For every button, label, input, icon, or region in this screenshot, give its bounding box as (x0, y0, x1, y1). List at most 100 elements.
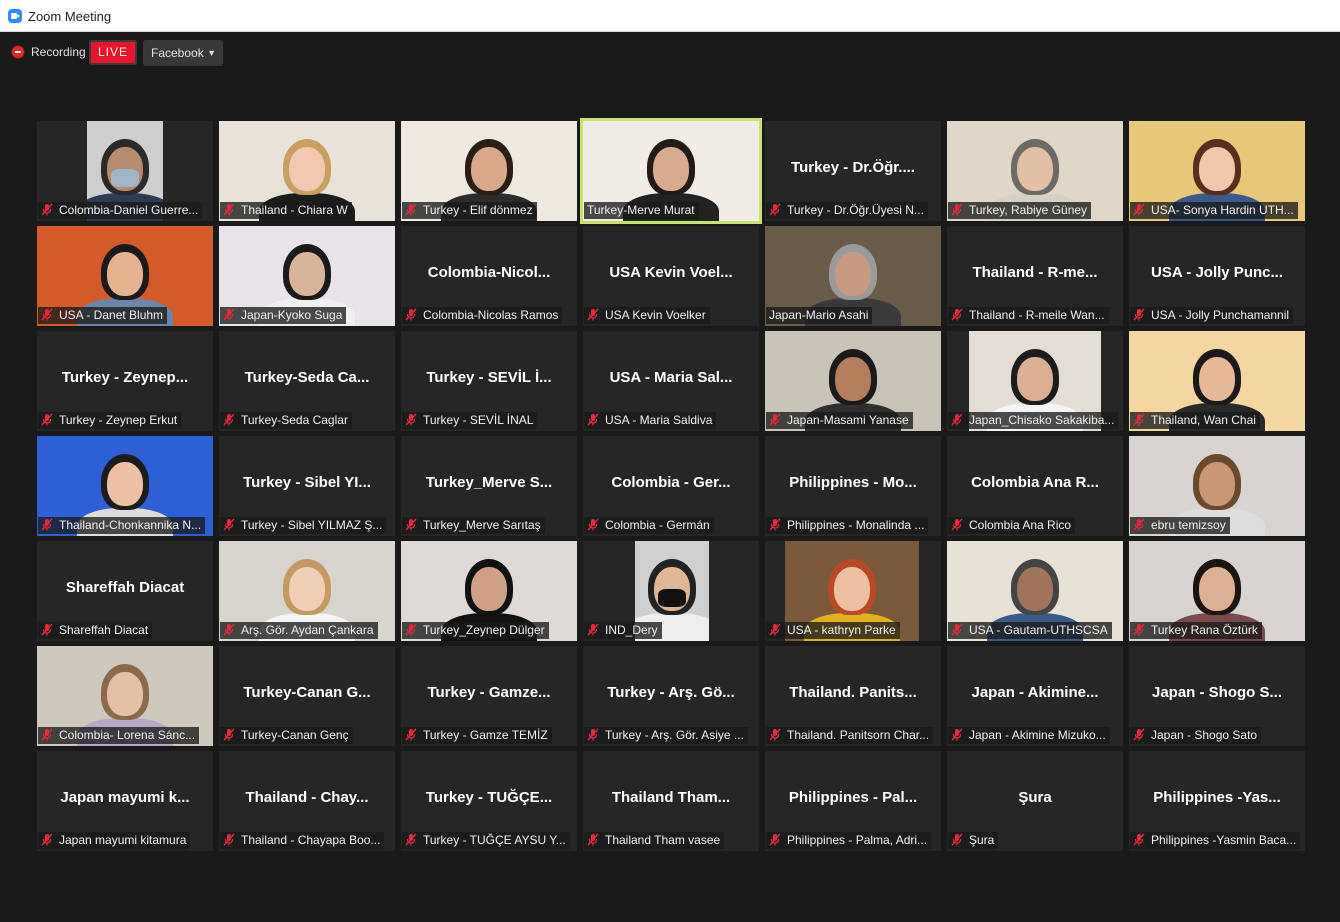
participant-tile[interactable]: Turkey - Dr.Öğr.... Turkey - Dr.Öğr.Üyesi… (765, 121, 941, 221)
participant-tile[interactable]: Colombia Ana R... Colombia Ana Rico (947, 436, 1123, 536)
microphone-muted-icon (587, 518, 599, 531)
participant-name-label: Turkey-Seda Caglar (220, 412, 352, 429)
participant-tile[interactable]: Arş. Gör. Aydan Çankara (219, 541, 395, 641)
participant-tile[interactable]: USA - Danet Bluhm (37, 226, 213, 326)
participant-name: Japan-Kyoko Suga (241, 308, 343, 322)
participant-tile[interactable]: Turkey - Elif dönmez (401, 121, 577, 221)
participant-name-label: Şura (948, 832, 999, 849)
participant-name: Colombia-Nicolas Ramos (423, 308, 559, 322)
participant-name: Shareffah Diacat (59, 623, 149, 637)
participant-name-label: USA Kevin Voelker (584, 307, 710, 324)
participant-tile[interactable]: Şura Şura (947, 751, 1123, 851)
participant-display-name: USA Kevin Voel... (609, 264, 733, 281)
live-destination-dropdown[interactable]: Facebook ▼ (143, 40, 223, 66)
participant-tile[interactable]: Philippines - Pal... Philippines - Palma,… (765, 751, 941, 851)
participant-tile[interactable]: Thailand - Chiara W (219, 121, 395, 221)
participant-tile[interactable]: Turkey - Arş. Gö... Turkey - Arş. Gör. As… (583, 646, 759, 746)
participant-tile[interactable]: Thailand-Chonkannika N... (37, 436, 213, 536)
participant-tile[interactable]: Turkey - Zeynep... Turkey - Zeynep Erkut (37, 331, 213, 431)
participant-tile[interactable]: Shareffah Diacat Shareffah Diacat (37, 541, 213, 641)
participant-name-label: USA - Jolly Punchamannil (1130, 307, 1294, 324)
participant-tile[interactable]: USA - kathryn Parke (765, 541, 941, 641)
microphone-muted-icon (587, 623, 599, 636)
microphone-muted-icon (405, 203, 417, 216)
participant-display-name: Turkey-Seda Ca... (244, 369, 370, 386)
microphone-muted-icon (951, 308, 963, 321)
participant-tile[interactable]: Japan-Kyoko Suga (219, 226, 395, 326)
participant-name: Turkey, Rabiye Güney (969, 203, 1088, 217)
microphone-muted-icon (41, 728, 53, 741)
participant-tile[interactable]: Thailand - R-me... Thailand - R-meile Wan… (947, 226, 1123, 326)
participant-tile[interactable]: Turkey_Zeynep Dülger (401, 541, 577, 641)
participant-display-name: Turkey - Zeynep... (61, 369, 189, 386)
participant-tile[interactable]: Japan-Masami Yanase (765, 331, 941, 431)
participant-tile[interactable]: Colombia-Nicol... Colombia-Nicolas Ramos (401, 226, 577, 326)
participant-tile[interactable]: Turkey - SEVİL İ... Turkey - SEVİL İNAL (401, 331, 577, 431)
participant-tile[interactable]: USA Kevin Voel... USA Kevin Voelker (583, 226, 759, 326)
participant-name: Colombia - Germán (605, 518, 710, 532)
participant-name-label: Shareffah Diacat (38, 622, 153, 639)
participant-tile[interactable]: Turkey_Merve S... Turkey_Merve Sarıtaş (401, 436, 577, 536)
participant-tile[interactable]: Thailand. Panits... Thailand. Panitsorn C… (765, 646, 941, 746)
participant-name: Philippines - Palma, Adri... (787, 833, 928, 847)
participant-tile[interactable]: Japan-Mario Asahi (765, 226, 941, 326)
participant-name: USA- Sonya Hardin UTH... (1151, 203, 1294, 217)
participant-tile[interactable]: Turkey-Seda Ca... Turkey-Seda Caglar (219, 331, 395, 431)
participant-name: Thailand, Wan Chai (1151, 413, 1256, 427)
participant-tile[interactable]: Colombia - Ger... Colombia - Germán (583, 436, 759, 536)
participant-name: IND_Dery (605, 623, 658, 637)
participant-display-name: Philippines - Mo... (789, 474, 917, 491)
participant-name: Turkey - TUĞÇE AYSU Y... (423, 833, 566, 847)
participant-display-name: Philippines -Yas... (1153, 789, 1281, 806)
live-badge[interactable]: LIVE (89, 40, 137, 65)
participant-tile[interactable]: Japan mayumi k... Japan mayumi kitamura (37, 751, 213, 851)
participant-tile[interactable]: Colombia- Lorena Sánc... (37, 646, 213, 746)
participant-name-label: Turkey Rana Öztürk (1130, 622, 1262, 639)
participant-name: USA - Jolly Punchamannil (1151, 308, 1290, 322)
participant-name: Japan-Mario Asahi (769, 308, 869, 322)
participant-display-name: Thailand - Chay... (245, 789, 369, 806)
microphone-muted-icon (769, 413, 781, 426)
participant-tile[interactable]: ebru temizsoy (1129, 436, 1305, 536)
participant-name-label: USA - Maria Saldiva (584, 412, 717, 429)
participant-display-name: USA - Jolly Punc... (1151, 264, 1283, 281)
participant-tile[interactable]: Turkey-Merve Murat (583, 121, 759, 221)
participant-name: Philippines -Yasmin Baca... (1151, 833, 1297, 847)
participant-tile[interactable]: Turkey, Rabiye Güney (947, 121, 1123, 221)
microphone-muted-icon (41, 308, 53, 321)
participant-tile[interactable]: USA- Sonya Hardin UTH... (1129, 121, 1305, 221)
participant-display-name: Turkey - TUĞÇE... (425, 789, 553, 806)
microphone-muted-icon (769, 203, 781, 216)
participant-name-label: IND_Dery (584, 622, 662, 639)
participant-tile[interactable]: IND_Dery (583, 541, 759, 641)
participant-tile[interactable]: Thailand, Wan Chai (1129, 331, 1305, 431)
participant-tile[interactable]: Japan - Shogo S... Japan - Shogo Sato (1129, 646, 1305, 746)
participant-name-label: Japan-Mario Asahi (766, 307, 873, 324)
participant-name: Philippines - Monalinda ... (787, 518, 925, 532)
participant-name-label: USA - Danet Bluhm (38, 307, 168, 324)
participant-name-label: Turkey-Merve Murat (584, 202, 699, 219)
chevron-down-icon: ▼ (207, 48, 216, 58)
participant-name: Thailand. Panitsorn Char... (787, 728, 930, 742)
participant-name-label: USA- Sonya Hardin UTH... (1130, 202, 1298, 219)
participant-tile[interactable]: Philippines - Mo... Philippines - Monalin… (765, 436, 941, 536)
participant-tile[interactable]: USA - Maria Sal... USA - Maria Saldiva (583, 331, 759, 431)
participant-tile[interactable]: Japan - Akimine... Japan - Akimine Mizuko… (947, 646, 1123, 746)
participant-tile[interactable]: Turkey - TUĞÇE... Turkey - TUĞÇE AYSU Y..… (401, 751, 577, 851)
participant-tile[interactable]: Colombia-Daniel Guerre... (37, 121, 213, 221)
participant-tile[interactable]: Japan_Chisako Sakakiba... (947, 331, 1123, 431)
participant-tile[interactable]: Philippines -Yas... Philippines -Yasmin B… (1129, 751, 1305, 851)
participant-name-label: Colombia-Daniel Guerre... (38, 202, 203, 219)
participant-tile[interactable]: Thailand - Chay... Thailand - Chayapa Boo… (219, 751, 395, 851)
participant-tile[interactable]: USA - Jolly Punc... USA - Jolly Punchaman… (1129, 226, 1305, 326)
participant-tile[interactable]: Turkey Rana Öztürk (1129, 541, 1305, 641)
participant-tile[interactable]: USA - Gautam-UTHSCSA (947, 541, 1123, 641)
participant-tile[interactable]: Turkey - Sibel YI... Turkey - Sibel YILMA… (219, 436, 395, 536)
participant-tile[interactable]: Thailand Tham... Thailand Tham vasee (583, 751, 759, 851)
microphone-muted-icon (223, 623, 235, 636)
participant-name-label: Turkey, Rabiye Güney (948, 202, 1092, 219)
participant-tile[interactable]: Turkey-Canan G... Turkey-Canan Genç (219, 646, 395, 746)
participant-tile[interactable]: Turkey - Gamze... Turkey - Gamze TEMİZ (401, 646, 577, 746)
participant-display-name: Shareffah Diacat (65, 579, 185, 596)
participant-name: Thailand Tham vasee (605, 833, 721, 847)
